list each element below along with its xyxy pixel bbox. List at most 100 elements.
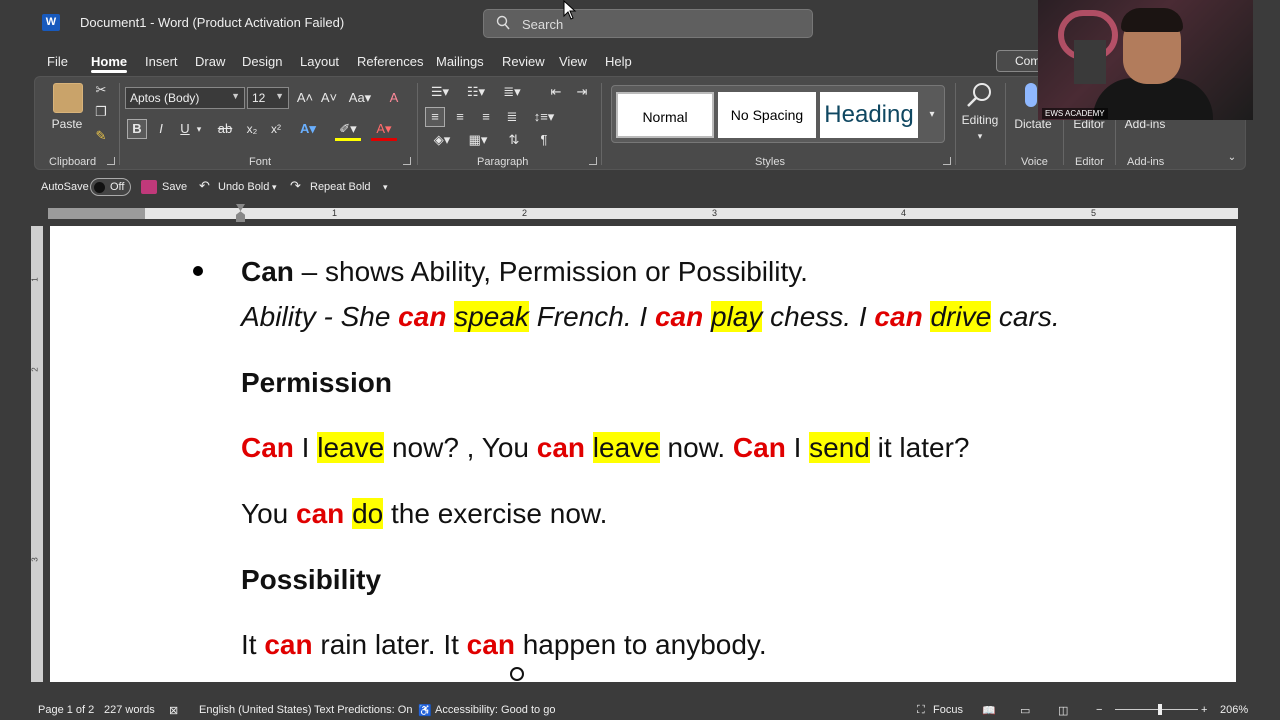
- zoom-in-icon[interactable]: +: [1201, 704, 1207, 716]
- clipboard-launcher-icon[interactable]: [107, 157, 115, 165]
- tab-mailings[interactable]: Mailings: [436, 54, 484, 69]
- heading-permission[interactable]: Permission: [241, 367, 392, 399]
- tab-references[interactable]: References: [357, 54, 423, 69]
- accessibility-status[interactable]: Accessibility: Good to go: [435, 704, 555, 716]
- paste-label[interactable]: Paste: [49, 115, 85, 133]
- undo-icon[interactable]: ↶: [199, 178, 210, 194]
- font-group-label: Font: [249, 156, 272, 168]
- increase-indent-icon[interactable]: ⇥: [573, 83, 591, 101]
- tab-insert[interactable]: Insert: [145, 54, 178, 69]
- search-box[interactable]: Search: [483, 9, 813, 38]
- highlight-color-icon[interactable]: ✐▾: [335, 120, 361, 141]
- text-effects-icon[interactable]: A▾: [295, 120, 321, 138]
- chevron-down-icon[interactable]: ▾: [973, 127, 987, 145]
- grow-font-icon[interactable]: A˄: [295, 89, 315, 107]
- decrease-indent-icon[interactable]: ⇤: [547, 83, 565, 101]
- copy-icon[interactable]: ❐: [93, 103, 109, 121]
- repeat-button[interactable]: Repeat Bold: [310, 181, 371, 193]
- heading-possibility[interactable]: Possibility: [241, 564, 381, 596]
- customize-qat-icon[interactable]: ▾: [383, 182, 388, 193]
- font-color-icon[interactable]: A▾: [371, 120, 397, 141]
- page-count[interactable]: Page 1 of 2: [38, 704, 94, 716]
- align-center-icon[interactable]: ≡: [451, 108, 469, 126]
- style-heading[interactable]: Heading: [820, 92, 918, 138]
- tab-file[interactable]: File: [47, 54, 68, 69]
- shrink-font-icon[interactable]: A˅: [319, 89, 339, 107]
- styles-more-icon[interactable]: ▾: [924, 106, 940, 124]
- tab-review[interactable]: Review: [502, 54, 545, 69]
- shading-icon[interactable]: ◈▾: [429, 131, 455, 149]
- paste-icon[interactable]: [53, 83, 83, 113]
- accessibility-icon[interactable]: ♿: [418, 704, 432, 717]
- align-right-icon[interactable]: ≡: [477, 108, 495, 126]
- cut-icon[interactable]: ✂: [93, 81, 109, 99]
- multilevel-list-icon[interactable]: ≣▾: [499, 83, 525, 101]
- font-launcher-icon[interactable]: [403, 157, 411, 165]
- change-case-icon[interactable]: Aa▾: [345, 89, 375, 107]
- horizontal-ruler[interactable]: [145, 208, 1238, 219]
- style-no-spacing[interactable]: No Spacing: [718, 92, 816, 138]
- editing-search-icon[interactable]: [965, 81, 995, 109]
- microphone-icon[interactable]: [1025, 83, 1037, 107]
- tab-layout[interactable]: Layout: [300, 54, 339, 69]
- doc-line-ability[interactable]: Ability - She can speak French. I can pl…: [241, 301, 1060, 333]
- read-mode-icon[interactable]: 📖: [982, 704, 996, 717]
- focus-button[interactable]: Focus: [933, 704, 963, 716]
- zoom-level[interactable]: 206%: [1220, 704, 1248, 716]
- undo-button[interactable]: Undo Bold: [218, 181, 269, 193]
- doc-line-can[interactable]: Can – shows Ability, Permission or Possi…: [241, 256, 808, 288]
- zoom-slider-thumb[interactable]: [1158, 704, 1162, 715]
- collapse-ribbon-icon[interactable]: ⌄: [1225, 149, 1239, 167]
- highlight-verb: play: [711, 301, 763, 332]
- line-spacing-icon[interactable]: ↕≡▾: [529, 108, 559, 126]
- format-painter-icon[interactable]: ✎: [93, 127, 109, 145]
- proofing-icon[interactable]: ⊠: [169, 704, 178, 717]
- bold-button[interactable]: B: [127, 119, 147, 139]
- document-page[interactable]: Can – shows Ability, Permission or Possi…: [50, 226, 1236, 682]
- chevron-down-icon[interactable]: ▾: [272, 182, 277, 193]
- autosave-toggle[interactable]: Off: [90, 178, 131, 196]
- redo-icon[interactable]: ↷: [290, 178, 301, 194]
- chevron-down-icon[interactable]: ▾: [193, 120, 205, 138]
- tab-home[interactable]: Home: [91, 54, 127, 69]
- subscript-button[interactable]: x₂: [243, 120, 261, 138]
- zoom-slider[interactable]: [1115, 709, 1198, 710]
- tab-design[interactable]: Design: [242, 54, 282, 69]
- font-size-select[interactable]: 12 ▼: [247, 87, 289, 109]
- underline-button[interactable]: U: [177, 120, 193, 138]
- text-run: now.: [659, 432, 733, 463]
- tab-draw[interactable]: Draw: [195, 54, 225, 69]
- word-count[interactable]: 227 words: [104, 704, 155, 716]
- save-icon[interactable]: [141, 180, 157, 194]
- clear-formatting-icon[interactable]: A: [385, 89, 403, 107]
- numbering-icon[interactable]: ☷▾: [463, 83, 489, 101]
- print-layout-icon[interactable]: ▭: [1020, 704, 1030, 717]
- text-predictions-status[interactable]: Text Predictions: On: [314, 704, 412, 716]
- superscript-button[interactable]: x²: [267, 120, 285, 138]
- web-layout-icon[interactable]: ◫: [1058, 704, 1068, 717]
- doc-line-permission[interactable]: Can I leave now? , You can leave now. Ca…: [241, 432, 969, 464]
- strikethrough-button[interactable]: ab: [215, 120, 235, 138]
- style-normal[interactable]: Normal: [616, 92, 714, 138]
- voice-group-label: Voice: [1021, 156, 1048, 168]
- bullets-icon[interactable]: ☰▾: [427, 83, 453, 101]
- font-name-select[interactable]: Aptos (Body) ▼: [125, 87, 245, 109]
- language-status[interactable]: English (United States): [199, 704, 312, 716]
- align-left-icon[interactable]: ≡: [425, 107, 445, 127]
- tab-view[interactable]: View: [559, 54, 587, 69]
- justify-icon[interactable]: ≣: [503, 108, 521, 126]
- vertical-ruler[interactable]: [31, 226, 43, 682]
- styles-launcher-icon[interactable]: [943, 157, 951, 165]
- borders-icon[interactable]: ▦▾: [465, 131, 491, 149]
- doc-line-exercise[interactable]: You can do the exercise now.: [241, 498, 607, 530]
- focus-icon[interactable]: ⛶: [917, 704, 925, 717]
- tab-help[interactable]: Help: [605, 54, 632, 69]
- save-button[interactable]: Save: [162, 181, 187, 193]
- doc-line-possibility[interactable]: It can rain later. It can happen to anyb…: [241, 629, 767, 661]
- italic-button[interactable]: I: [153, 120, 169, 138]
- sort-icon[interactable]: ⇅: [505, 131, 523, 149]
- show-formatting-icon[interactable]: ¶: [535, 131, 553, 149]
- zoom-out-icon[interactable]: −: [1096, 704, 1102, 716]
- text-run: [344, 498, 352, 529]
- paragraph-launcher-icon[interactable]: [589, 157, 597, 165]
